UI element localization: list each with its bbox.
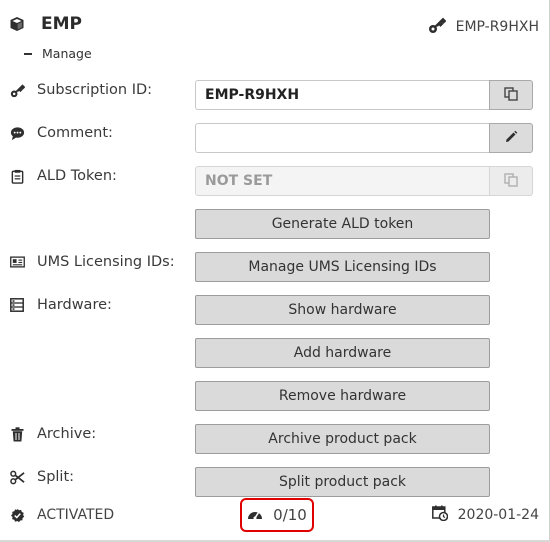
header-subscription-id: EMP-R9HXH — [455, 19, 539, 35]
pencil-icon — [504, 129, 518, 148]
subscription-id-label: Subscription ID: — [9, 80, 152, 100]
status-text: ACTIVATED — [37, 507, 115, 523]
subscription-id-field[interactable]: EMP-R9HXH — [195, 80, 490, 110]
manage-ums-licensing-ids-button[interactable]: Manage UMS Licensing IDs — [195, 252, 490, 282]
copy-icon — [504, 172, 518, 191]
list-icon — [9, 297, 25, 313]
header-subscription: EMP-R9HXH — [428, 16, 539, 38]
manage-toggle[interactable]: Manage — [24, 46, 92, 61]
add-hardware-button[interactable]: Add hardware — [195, 338, 490, 368]
speech-bubble-icon — [9, 125, 25, 141]
copy-ald-token-button — [489, 166, 533, 196]
usage-value: 0/10 — [273, 506, 307, 524]
generate-ald-token-button[interactable]: Generate ALD token — [195, 209, 490, 239]
manage-label: Manage — [42, 46, 92, 61]
comment-label: Comment: — [9, 123, 113, 143]
id-card-icon — [9, 254, 25, 270]
calendar-clock-icon — [431, 505, 448, 525]
status-badge-icon — [9, 507, 25, 523]
archive-label: Archive: — [9, 424, 96, 444]
activation-status: ACTIVATED — [9, 505, 114, 525]
remove-hardware-button[interactable]: Remove hardware — [195, 381, 490, 411]
show-hardware-button[interactable]: Show hardware — [195, 295, 490, 325]
usage-counter: 0/10 — [240, 498, 314, 532]
clipboard-icon — [9, 168, 25, 184]
trash-icon — [9, 426, 25, 442]
archive-product-pack-button[interactable]: Archive product pack — [195, 424, 490, 454]
ald-token-field: NOT SET — [195, 166, 490, 196]
date-value: 2020-01-24 — [457, 507, 539, 523]
hardware-label: Hardware: — [9, 295, 112, 315]
comment-field[interactable] — [195, 123, 490, 153]
key-icon — [9, 82, 25, 98]
gauge-icon — [247, 506, 263, 525]
product-title: EMP — [41, 14, 82, 34]
key-icon — [428, 16, 447, 38]
scissors-icon — [9, 469, 25, 485]
copy-subscription-id-button[interactable] — [489, 80, 533, 110]
cube-icon — [9, 16, 25, 32]
collapse-dash-icon — [24, 52, 32, 55]
ums-licensing-ids-label: UMS Licensing IDs: — [9, 252, 175, 272]
split-label: Split: — [9, 467, 74, 487]
activation-date: 2020-01-24 — [431, 505, 539, 525]
edit-comment-button[interactable] — [489, 123, 533, 153]
ald-token-label: ALD Token: — [9, 166, 117, 186]
copy-icon — [504, 86, 518, 105]
split-product-pack-button[interactable]: Split product pack — [195, 467, 490, 497]
product-pack-panel: EMP EMP-R9HXH Manage Subscription ID: EM… — [0, 0, 550, 542]
